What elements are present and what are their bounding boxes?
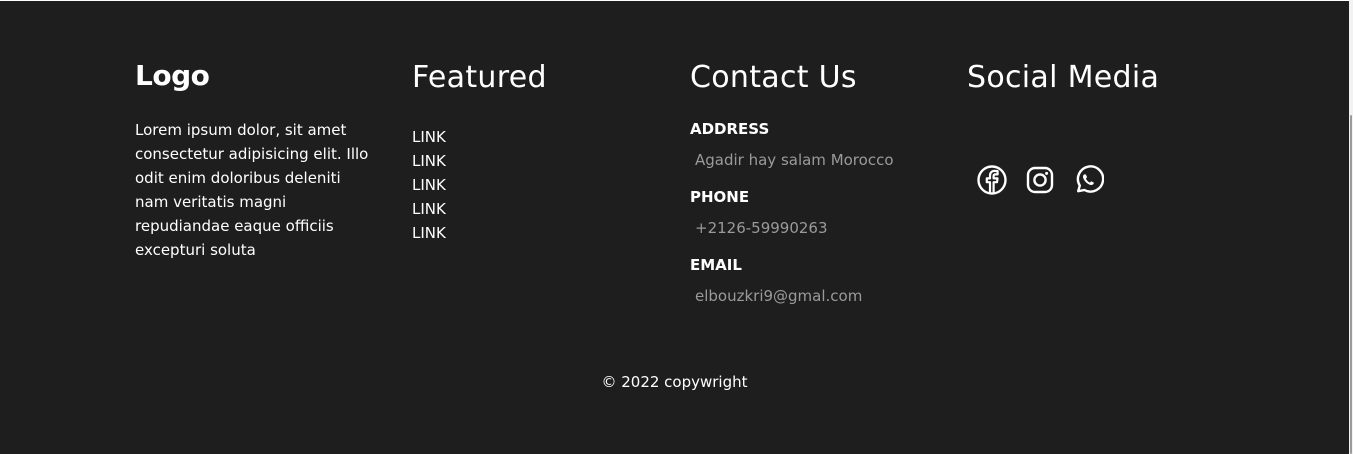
logo[interactable]: Logo xyxy=(135,58,385,94)
scrollbar-thumb[interactable] xyxy=(1350,115,1352,454)
featured-column: Featured LINK LINK LINK LINK LINK xyxy=(412,58,662,245)
whatsapp-icon[interactable] xyxy=(1072,164,1104,196)
contact-details: ADDRESS Agadir hay salam Morocco PHONE +… xyxy=(690,118,940,307)
address-value: Agadir hay salam Morocco xyxy=(695,151,894,169)
featured-link-2[interactable]: LINK xyxy=(412,149,662,173)
featured-link-4[interactable]: LINK xyxy=(412,197,662,221)
phone-group: PHONE +2126-59990263 xyxy=(690,186,940,239)
featured-link-1[interactable]: LINK xyxy=(412,125,662,149)
address-label: ADDRESS xyxy=(690,120,770,138)
contact-title: Contact Us xyxy=(690,60,857,95)
about-text: Lorem ipsum dolor, sit amet consectetur … xyxy=(135,121,369,259)
featured-title: Featured xyxy=(412,60,547,95)
copyright: © 2022 copywright xyxy=(601,373,748,391)
email-group: EMAIL elbouzkri9@gmal.com xyxy=(690,254,940,307)
social-title: Social Media xyxy=(967,60,1160,95)
featured-link-3[interactable]: LINK xyxy=(412,173,662,197)
instagram-icon[interactable] xyxy=(1024,164,1056,196)
logo-column: Logo Lorem ipsum dolor, sit amet consect… xyxy=(135,58,385,262)
social-icons xyxy=(976,164,1227,196)
contact-column: Contact Us ADDRESS Agadir hay salam Moro… xyxy=(690,58,940,307)
phone-label: PHONE xyxy=(690,188,750,206)
social-column: Social Media xyxy=(967,58,1227,196)
email-label: EMAIL xyxy=(690,256,742,274)
scrollbar[interactable] xyxy=(1349,0,1353,454)
featured-link-5[interactable]: LINK xyxy=(412,221,662,245)
featured-links: LINK LINK LINK LINK LINK xyxy=(412,125,662,245)
footer: Logo Lorem ipsum dolor, sit amet consect… xyxy=(0,1,1349,454)
address-group: ADDRESS Agadir hay salam Morocco xyxy=(690,118,940,171)
facebook-icon[interactable] xyxy=(976,164,1008,196)
email-value: elbouzkri9@gmal.com xyxy=(695,287,863,305)
phone-value: +2126-59990263 xyxy=(695,219,828,237)
